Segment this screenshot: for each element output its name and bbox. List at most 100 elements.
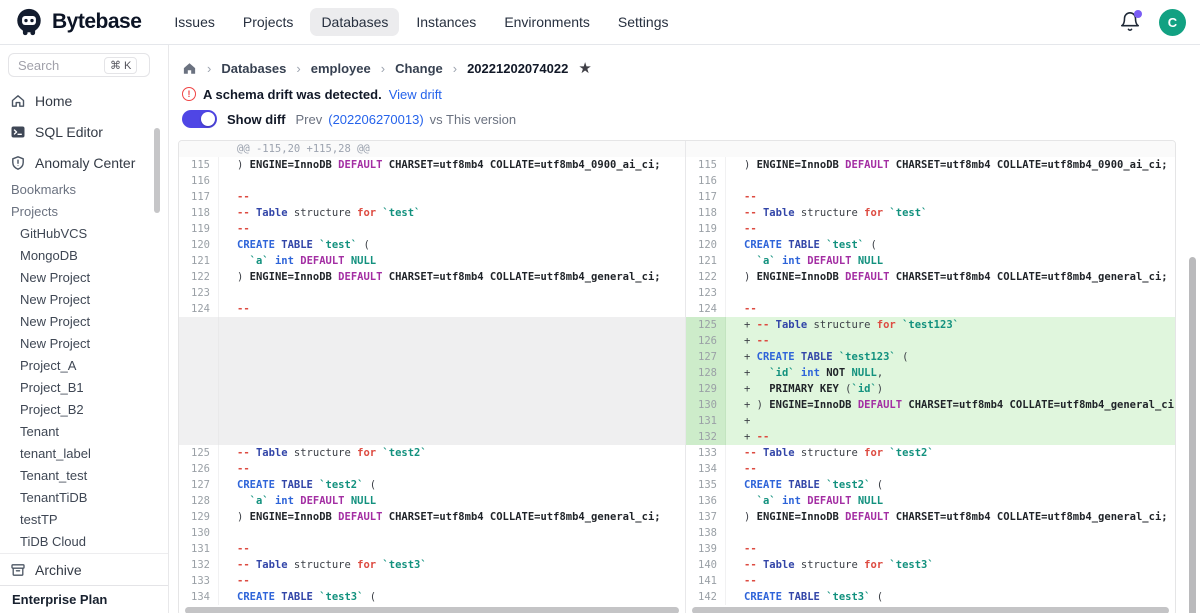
sidebar-project-item[interactable]: TiDB Cloud: [0, 531, 168, 553]
nav-item-instances[interactable]: Instances: [405, 8, 487, 36]
sidebar-project-item[interactable]: Tenant: [0, 421, 168, 443]
view-drift-link[interactable]: View drift: [389, 87, 442, 102]
avatar[interactable]: C: [1159, 9, 1186, 36]
diff-line: 124--: [179, 301, 685, 317]
line-content: CREATE TABLE `test` (: [219, 237, 685, 253]
line-content: --: [219, 461, 685, 477]
search-shortcut: ⌘ K: [104, 57, 137, 74]
sidebar-project-item[interactable]: MongoDB: [0, 245, 168, 267]
sidebar-scrollbar[interactable]: [154, 128, 160, 213]
line-content: [726, 525, 1175, 541]
show-diff-label: Show diff: [227, 112, 286, 127]
line-number: 126: [179, 461, 219, 477]
line-number: 124: [179, 301, 219, 317]
sidebar-project-item[interactable]: New Project: [0, 333, 168, 355]
line-number: 116: [686, 173, 726, 189]
line-content: --: [726, 301, 1175, 317]
nav-item-issues[interactable]: Issues: [163, 8, 225, 36]
line-number: 117: [179, 189, 219, 205]
line-content: -- Table structure for `test2`: [219, 445, 685, 461]
diff-line: 124--: [686, 301, 1175, 317]
line-content: [219, 317, 685, 333]
page-scrollbar[interactable]: [1189, 257, 1196, 613]
line-number: [179, 349, 219, 365]
line-content: `a` int DEFAULT NULL: [219, 253, 685, 269]
diff-line: 131--: [179, 541, 685, 557]
diff-line: [179, 317, 685, 333]
line-content: --: [219, 573, 685, 589]
line-number: 130: [686, 397, 726, 413]
diff-line: 142CREATE TABLE `test3` (: [686, 589, 1175, 605]
sidebar-project-item[interactable]: New Project: [0, 267, 168, 289]
sidebar-project-item[interactable]: Project_B2: [0, 399, 168, 421]
brand[interactable]: Bytebase: [14, 7, 141, 37]
show-diff-toggle[interactable]: [182, 110, 217, 128]
line-content: [219, 333, 685, 349]
line-number: 141: [686, 573, 726, 589]
search-input[interactable]: [18, 58, 104, 73]
sidebar-project-item[interactable]: testTP: [0, 509, 168, 531]
diff-line: [179, 397, 685, 413]
breadcrumb-item-change[interactable]: Change: [395, 61, 443, 76]
line-content: [219, 285, 685, 301]
sidebar-item-archive[interactable]: Archive: [0, 553, 168, 585]
line-content: ) ENGINE=InnoDB DEFAULT CHARSET=utf8mb4 …: [219, 269, 685, 285]
sidebar-project-item[interactable]: Project_A: [0, 355, 168, 377]
sidebar-item-anomaly-center[interactable]: Anomaly Center: [0, 147, 168, 178]
breadcrumb-home-icon[interactable]: [182, 61, 197, 76]
diff-line: 122) ENGINE=InnoDB DEFAULT CHARSET=utf8m…: [179, 269, 685, 285]
shield-icon: [10, 155, 26, 171]
notifications-button[interactable]: [1119, 11, 1141, 33]
nav-item-settings[interactable]: Settings: [607, 8, 680, 36]
line-number: 140: [686, 557, 726, 573]
diff-line: 118-- Table structure for `test`: [686, 205, 1175, 221]
sidebar-item-sql-editor[interactable]: SQL Editor: [0, 116, 168, 147]
line-number: 122: [179, 269, 219, 285]
breadcrumb-item-employee[interactable]: employee: [311, 61, 371, 76]
diff-line: 130: [179, 525, 685, 541]
line-content: [219, 349, 685, 365]
sidebar-project-item[interactable]: New Project: [0, 289, 168, 311]
line-number: 132: [686, 429, 726, 445]
sidebar-project-item[interactable]: TenantTiDB: [0, 487, 168, 509]
diff-line: 117--: [686, 189, 1175, 205]
sidebar-project-item[interactable]: Tenant_test: [0, 465, 168, 487]
nav-item-projects[interactable]: Projects: [232, 8, 305, 36]
line-number: 120: [179, 237, 219, 253]
diff-line: 130+ ) ENGINE=InnoDB DEFAULT CHARSET=utf…: [686, 397, 1175, 413]
prev-label: Prev: [296, 112, 323, 127]
sidebar-section-bookmarks: Bookmarks: [0, 178, 168, 200]
line-content: --: [219, 189, 685, 205]
diff-line: 134CREATE TABLE `test3` (: [179, 589, 685, 605]
line-number: 124: [686, 301, 726, 317]
prev-version-link[interactable]: (202206270013): [328, 112, 423, 127]
breadcrumb-item-databases[interactable]: Databases: [221, 61, 286, 76]
breadcrumb-item-version: 20221202074022: [467, 61, 568, 76]
line-number: 119: [686, 221, 726, 237]
line-content: [219, 397, 685, 413]
diff-line: 119--: [179, 221, 685, 237]
sidebar-project-item[interactable]: tenant_label: [0, 443, 168, 465]
line-number: 133: [179, 573, 219, 589]
horizontal-scrollbar[interactable]: [686, 605, 1175, 613]
diff-line: 126--: [179, 461, 685, 477]
horizontal-scrollbar[interactable]: [179, 605, 685, 613]
line-content: --: [726, 573, 1175, 589]
diff-line: 135CREATE TABLE `test2` (: [686, 477, 1175, 493]
line-content: -- Table structure for `test2`: [726, 445, 1175, 461]
search-box[interactable]: ⌘ K: [8, 53, 150, 77]
nav-item-databases[interactable]: Databases: [310, 8, 399, 36]
sidebar-item-home[interactable]: Home: [0, 85, 168, 116]
diff-line: 129+ PRIMARY KEY (`id`): [686, 381, 1175, 397]
diff-line: 119--: [686, 221, 1175, 237]
favorite-star-icon[interactable]: ★: [578, 61, 591, 76]
sidebar-project-item[interactable]: GitHubVCS: [0, 223, 168, 245]
line-content: --: [219, 221, 685, 237]
diff-pane-right: 115) ENGINE=InnoDB DEFAULT CHARSET=utf8m…: [686, 141, 1175, 613]
line-content: [219, 413, 685, 429]
archive-icon: [10, 562, 26, 578]
diff-line: 129) ENGINE=InnoDB DEFAULT CHARSET=utf8m…: [179, 509, 685, 525]
sidebar-project-item[interactable]: Project_B1: [0, 377, 168, 399]
nav-item-environments[interactable]: Environments: [493, 8, 601, 36]
sidebar-project-item[interactable]: New Project: [0, 311, 168, 333]
